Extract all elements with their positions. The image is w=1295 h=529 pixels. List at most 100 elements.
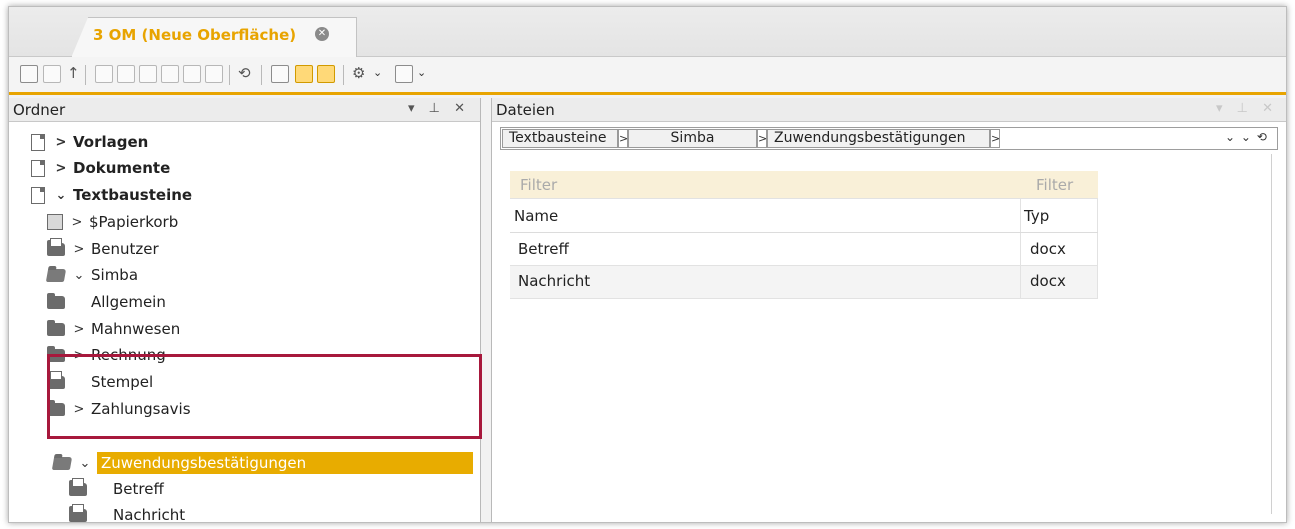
settings-icon[interactable]: ⚙	[352, 64, 365, 82]
tree-item-zuwendungsbestaetigungen[interactable]: ⌄ Zuwendungsbestätigungen	[51, 450, 473, 476]
forward-icon[interactable]	[43, 65, 61, 83]
tree-item-label: Dokumente	[73, 159, 171, 177]
tab-close-icon[interactable]: ✕	[315, 27, 329, 41]
new-document-icon[interactable]	[161, 65, 179, 83]
tree-item-label: Simba	[91, 266, 139, 284]
tree-item-label: Nachricht	[113, 506, 186, 523]
tree-item-allgemein[interactable]: Allgemein	[47, 289, 166, 315]
tree-item-vorlagen[interactable]: > Vorlagen	[31, 129, 148, 155]
preview-icon[interactable]	[117, 65, 135, 83]
display-dropdown-icon[interactable]: ⌄	[417, 66, 426, 79]
chevron-right-icon[interactable]: >	[53, 161, 69, 176]
folder-icon	[47, 292, 65, 309]
tree-item-benutzer[interactable]: > Benutzer	[47, 236, 159, 262]
chevron-right-icon[interactable]: >	[53, 135, 69, 150]
up-icon[interactable]: ↑	[67, 64, 80, 82]
table-header: Name Typ	[510, 199, 1098, 233]
folder-open-icon	[51, 456, 73, 470]
app-window: 3 OM (Neue Oberfläche) ✕ ↑ ⟲ ⚙ ⌄ ⌄ Ordne…	[8, 6, 1287, 523]
chevron-down-icon[interactable]: ⌄	[71, 268, 87, 283]
print-icon[interactable]	[95, 65, 113, 83]
template-icon	[31, 133, 45, 151]
tab-label[interactable]: 3 OM (Neue Oberfläche)	[93, 26, 296, 44]
tree-item-nachricht[interactable]: Nachricht	[69, 502, 186, 523]
chevron-right-icon[interactable]: >	[71, 322, 87, 337]
column-divider	[1097, 199, 1098, 232]
toolbar-separator	[261, 65, 262, 85]
files-pane: Dateien ▾ ⊥ ✕ Textbausteine > Simba > Zu…	[491, 98, 1286, 522]
highlight-box	[47, 354, 482, 439]
breadcrumb[interactable]: Textbausteine > Simba > Zuwendungsbestät…	[500, 127, 1278, 150]
folder-pane-title: Ordner	[13, 101, 66, 119]
toolbar-separator	[229, 65, 230, 85]
breadcrumb-actions[interactable]: ⌄ ⌄ ⟲	[1225, 130, 1267, 153]
column-divider	[1020, 199, 1021, 232]
textblocks-icon	[31, 186, 45, 204]
breadcrumb-item[interactable]: Textbausteine	[502, 129, 618, 148]
files-pane-header: Dateien ▾ ⊥ ✕	[492, 98, 1286, 122]
tree-item-label: Vorlagen	[73, 133, 149, 151]
chevron-down-icon[interactable]: ⌄	[77, 456, 93, 471]
search-icon[interactable]	[295, 65, 313, 83]
breadcrumb-separator-icon[interactable]: >	[990, 129, 1000, 148]
folder-icon	[69, 503, 87, 522]
trash-icon	[47, 214, 63, 230]
filter-name-input[interactable]: Filter	[520, 176, 557, 194]
tree-item-simba[interactable]: ⌄ Simba	[45, 262, 139, 288]
tree-item-label: $Papierkorb	[89, 213, 179, 231]
tree-item-papierkorb[interactable]: > $Papierkorb	[47, 209, 178, 235]
folder-icon	[47, 319, 65, 336]
cell-typ: docx	[1030, 240, 1066, 258]
documents-icon	[31, 159, 45, 177]
new-folder-icon[interactable]	[139, 65, 157, 83]
properties-icon[interactable]	[271, 65, 289, 83]
tree-item-label-selected: Zuwendungsbestätigungen	[97, 452, 473, 474]
tree-item-label: Allgemein	[91, 293, 166, 311]
breadcrumb-item[interactable]: Simba	[628, 129, 757, 148]
folder-open-icon	[45, 268, 67, 282]
export-icon[interactable]	[183, 65, 201, 83]
files-pane-title: Dateien	[496, 101, 555, 119]
cell-name: Nachricht	[518, 272, 591, 290]
tree-item-dokumente[interactable]: > Dokumente	[31, 155, 170, 181]
tab-strip: 3 OM (Neue Oberfläche) ✕	[9, 7, 1286, 58]
chevron-right-icon[interactable]: >	[71, 242, 87, 257]
folder-pane-controls[interactable]: ▾ ⊥ ✕	[408, 101, 470, 116]
chevron-right-icon[interactable]: >	[69, 215, 85, 230]
files-pane-controls[interactable]: ▾ ⊥ ✕	[1216, 101, 1278, 116]
toolbar: ↑ ⟲ ⚙ ⌄ ⌄	[9, 57, 1286, 95]
column-header-name[interactable]: Name	[514, 207, 558, 225]
column-divider	[1097, 233, 1098, 265]
display-icon[interactable]	[395, 65, 413, 83]
table-row[interactable]: Nachricht docx	[510, 266, 1098, 299]
tree-item-mahnwesen[interactable]: > Mahnwesen	[47, 316, 180, 342]
chevron-down-icon[interactable]: ⌄	[53, 188, 69, 203]
column-header-typ[interactable]: Typ	[1024, 207, 1049, 225]
filter-typ-input[interactable]: Filter	[1036, 176, 1073, 194]
file-table: Filter Filter Name Typ Betreff docx Nach…	[510, 171, 1098, 299]
settings-dropdown-icon[interactable]: ⌄	[373, 66, 382, 79]
breadcrumb-item[interactable]: Zuwendungsbestätigungen	[767, 129, 990, 148]
folder-icon	[69, 477, 87, 496]
column-divider	[1020, 266, 1021, 298]
view-icon[interactable]	[317, 65, 335, 83]
table-row[interactable]: Betreff docx	[510, 233, 1098, 266]
refresh-icon[interactable]: ⟲	[238, 64, 251, 82]
tree-item-label: Benutzer	[91, 240, 159, 258]
delete-icon[interactable]	[205, 65, 223, 83]
folder-pane: Ordner ▾ ⊥ ✕ > Vorlagen > Dokumente ⌄ Te…	[9, 98, 481, 523]
folder-icon	[47, 237, 65, 256]
back-icon[interactable]	[20, 65, 38, 83]
tree-item-betreff[interactable]: Betreff	[69, 476, 164, 502]
tree-item-label: Mahnwesen	[91, 320, 181, 338]
column-divider	[1097, 266, 1098, 298]
cell-name: Betreff	[518, 240, 569, 258]
tree-item-textbausteine[interactable]: ⌄ Textbausteine	[31, 182, 192, 208]
scrollbar[interactable]	[1271, 154, 1272, 514]
toolbar-separator	[85, 65, 86, 85]
cell-typ: docx	[1030, 272, 1066, 290]
column-divider	[1020, 233, 1021, 265]
breadcrumb-separator-icon[interactable]: >	[618, 129, 628, 148]
filter-row[interactable]: Filter Filter	[510, 171, 1098, 199]
breadcrumb-separator-icon[interactable]: >	[757, 129, 767, 148]
